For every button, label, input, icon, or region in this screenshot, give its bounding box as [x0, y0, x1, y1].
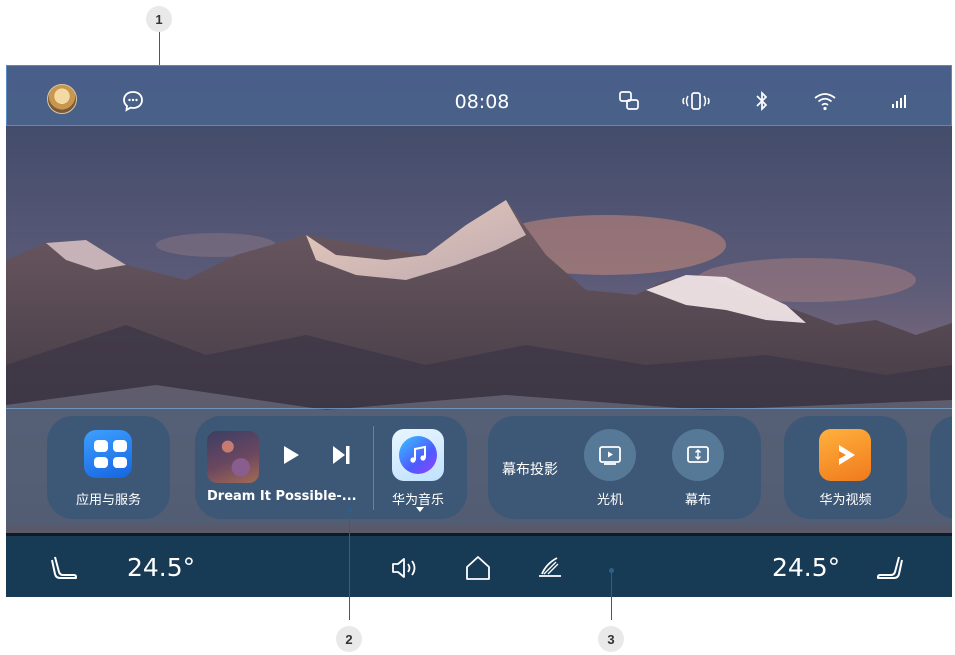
apps-grid-icon [84, 430, 132, 478]
clock: 08:08 [454, 91, 510, 113]
callout-1: 1 [146, 6, 172, 32]
home-icon[interactable] [464, 554, 492, 587]
left-temperature[interactable]: 24.5° [127, 553, 195, 582]
right-seat-icon[interactable] [876, 554, 904, 587]
signal-icon [889, 90, 911, 117]
screen-label: 幕布 [684, 493, 711, 508]
screen-curtain-icon [687, 446, 709, 463]
vibrate-icon[interactable] [681, 90, 711, 117]
status-bar: 08:08 [6, 65, 952, 126]
video-label: 华为视频 [819, 493, 872, 508]
projection-title: 幕布投影 [502, 462, 558, 478]
callout-2: 2 [336, 626, 362, 652]
wiper-icon[interactable] [536, 554, 564, 587]
projector-button[interactable] [584, 429, 636, 481]
next-track-icon[interactable] [329, 443, 353, 472]
bottom-control-bar: 24.5° 24.5° [6, 533, 952, 597]
next-card-partial[interactable] [930, 416, 952, 519]
projection-card: 幕布投影 光机 幕布 [488, 416, 761, 519]
callout-2-line [349, 512, 350, 620]
screen-button[interactable] [672, 429, 724, 481]
apps-services-card[interactable]: 应用与服务 [47, 416, 170, 519]
music-note-icon[interactable] [392, 429, 444, 481]
chevron-down-icon[interactable] [416, 507, 424, 512]
message-icon[interactable] [122, 90, 144, 117]
album-art[interactable] [207, 431, 259, 483]
video-play-icon [819, 429, 871, 481]
avatar[interactable] [47, 84, 77, 114]
right-temperature[interactable]: 24.5° [772, 553, 840, 582]
song-title: Dream It Possible-... [207, 489, 357, 504]
music-divider [373, 426, 374, 510]
car-screen: 08:08 应用与服务 Dream It Possible-... 华为音乐 幕… [6, 65, 952, 597]
screen-mirror-icon[interactable] [618, 90, 640, 117]
callout-3: 3 [598, 626, 624, 652]
volume-icon[interactable] [390, 554, 422, 587]
apps-services-label: 应用与服务 [75, 493, 141, 508]
bluetooth-icon[interactable] [753, 90, 771, 117]
projector-label: 光机 [596, 493, 623, 508]
projector-icon [599, 446, 621, 465]
video-card[interactable]: 华为视频 [784, 416, 907, 519]
music-app-label: 华为音乐 [391, 493, 444, 508]
callout-3-line [611, 572, 612, 620]
play-icon[interactable] [280, 443, 302, 472]
music-card[interactable]: Dream It Possible-... 华为音乐 [195, 416, 467, 519]
wifi-icon[interactable] [813, 90, 837, 117]
left-seat-icon[interactable] [50, 554, 78, 587]
